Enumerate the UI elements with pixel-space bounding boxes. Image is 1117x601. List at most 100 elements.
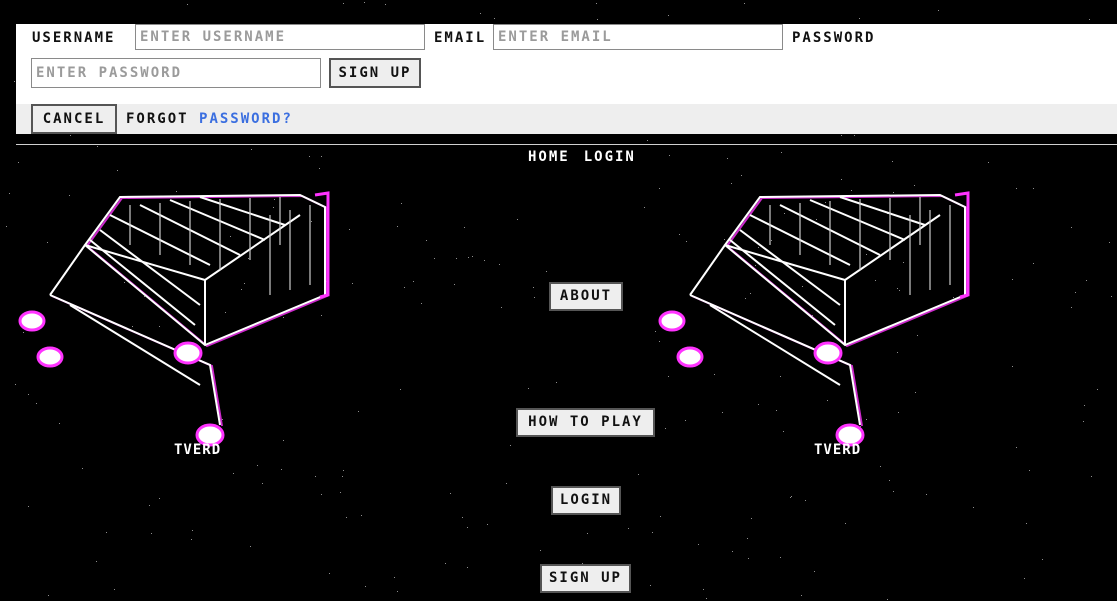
star — [343, 3, 344, 4]
star — [1042, 559, 1043, 560]
star — [364, 2, 365, 3]
star — [321, 156, 322, 157]
star — [404, 287, 405, 288]
star — [82, 468, 83, 469]
star — [587, 533, 588, 534]
star — [669, 155, 670, 156]
star — [1029, 470, 1030, 471]
star — [321, 494, 322, 495]
star — [445, 563, 446, 564]
star — [988, 162, 989, 163]
star — [747, 538, 748, 539]
page: USERNAME EMAIL PASSWORD SIGN UP CANCEL F… — [0, 0, 1117, 601]
star — [660, 516, 661, 517]
star — [467, 567, 468, 568]
star — [342, 476, 343, 477]
star — [1033, 188, 1034, 189]
star — [741, 175, 742, 176]
star — [892, 161, 893, 162]
star — [889, 480, 890, 481]
star — [233, 473, 234, 474]
star — [845, 523, 846, 524]
star — [319, 168, 320, 169]
star — [556, 382, 557, 383]
username-input[interactable] — [135, 24, 425, 50]
star — [748, 558, 749, 559]
star — [18, 162, 19, 163]
star — [467, 527, 468, 528]
star — [887, 599, 888, 600]
username-label: USERNAME — [32, 30, 116, 46]
star — [644, 207, 645, 208]
star — [346, 517, 347, 518]
star — [468, 257, 469, 258]
password-input[interactable] — [31, 58, 321, 88]
star — [814, 571, 815, 572]
star — [781, 152, 782, 153]
star — [596, 3, 597, 4]
star — [698, 544, 699, 545]
shopping-cart-left-icon — [18, 191, 330, 447]
star — [1012, 279, 1013, 280]
top-nav: HOME LOGIN — [528, 149, 636, 165]
signup-submit-button[interactable]: SIGN UP — [329, 58, 421, 88]
star — [28, 506, 29, 507]
star — [546, 271, 547, 272]
star — [426, 240, 427, 241]
star — [358, 411, 359, 412]
star — [973, 507, 974, 508]
star — [394, 577, 395, 578]
star — [780, 557, 781, 558]
forgot-prefix: FORGOT — [126, 111, 189, 127]
about-button[interactable]: ABOUT — [549, 282, 623, 311]
login-button[interactable]: LOGIN — [551, 486, 621, 515]
star — [1012, 366, 1013, 367]
star — [192, 530, 193, 531]
cancel-button[interactable]: CANCEL — [31, 104, 117, 134]
star — [506, 483, 507, 484]
forgot-password-link[interactable]: PASSWORD? — [199, 111, 293, 127]
forgot-password-text: FORGOT PASSWORD? — [126, 111, 293, 127]
signup-form: USERNAME EMAIL PASSWORD SIGN UP — [16, 24, 1117, 104]
star — [114, 589, 115, 590]
star — [257, 465, 258, 466]
star — [628, 528, 629, 529]
star — [487, 524, 488, 525]
star — [540, 550, 541, 551]
star — [48, 595, 49, 596]
star — [456, 258, 457, 259]
star — [117, 170, 118, 171]
star — [385, 4, 386, 5]
star — [1109, 242, 1110, 243]
form-footer: CANCEL FORGOT PASSWORD? — [16, 104, 1117, 134]
star — [732, 551, 733, 552]
star — [187, 4, 188, 5]
star — [499, 264, 500, 265]
star — [349, 229, 350, 230]
star — [706, 598, 707, 599]
star — [859, 18, 860, 19]
star — [352, 283, 353, 284]
nav-home[interactable]: HOME — [528, 149, 570, 165]
star — [450, 493, 451, 494]
star — [1091, 476, 1092, 477]
star — [494, 18, 495, 19]
nav-login[interactable]: LOGIN — [584, 149, 636, 165]
star — [652, 532, 653, 533]
star — [533, 287, 534, 288]
star — [6, 226, 7, 227]
star — [421, 303, 422, 304]
how-to-play-button[interactable]: HOW TO PLAY — [516, 408, 655, 437]
star — [1026, 523, 1027, 524]
star — [1086, 280, 1087, 281]
star — [801, 595, 802, 596]
star — [401, 203, 402, 204]
star — [790, 497, 791, 498]
star — [251, 149, 252, 150]
star — [462, 517, 463, 518]
sign-up-button[interactable]: SIGN UP — [540, 564, 631, 593]
star — [329, 573, 330, 574]
star — [841, 135, 842, 136]
star — [791, 496, 792, 497]
email-input[interactable] — [493, 24, 783, 50]
